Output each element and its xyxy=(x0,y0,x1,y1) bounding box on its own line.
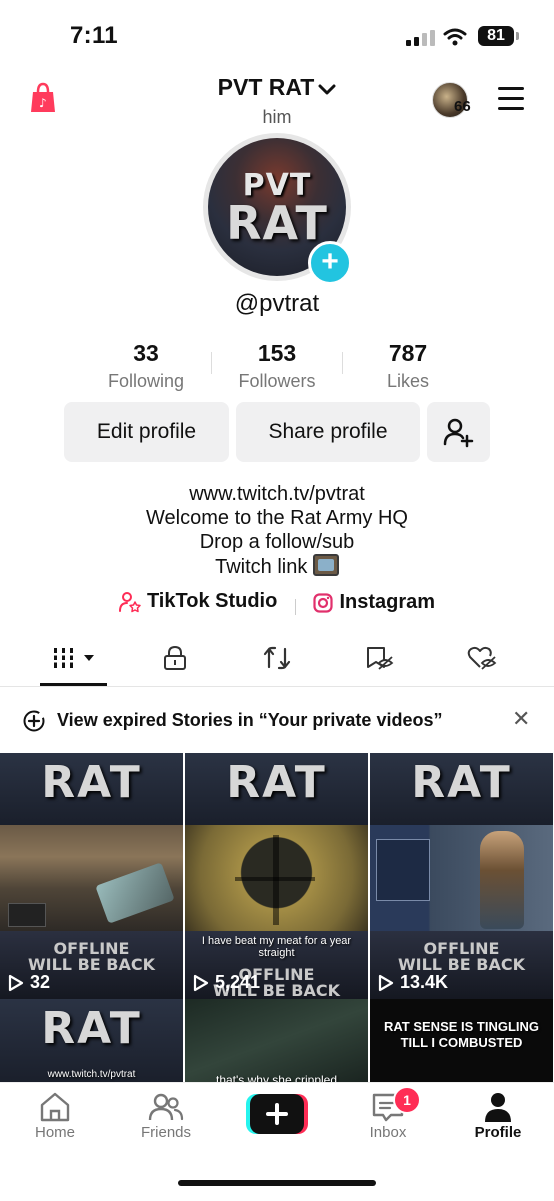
cell-signal-icon xyxy=(406,30,435,46)
story-plus-icon xyxy=(23,710,45,732)
view-count: 13.4K xyxy=(378,972,448,993)
video-caption: www.twitch.tv/pvtrat xyxy=(47,1069,136,1080)
profile-handle: @pvtrat xyxy=(234,290,320,317)
thumb-title: RAT xyxy=(41,1003,142,1054)
chevron-down-icon xyxy=(318,75,336,102)
profile-links: TikTok Studio Instagram xyxy=(0,590,554,619)
username-switcher[interactable]: PVT RAT xyxy=(0,74,554,102)
repost-icon xyxy=(263,646,291,670)
nav-home[interactable]: Home xyxy=(0,1090,110,1141)
create-button[interactable] xyxy=(246,1094,308,1134)
video-tile[interactable]: RAT SENSE IS TINGLING TILL I COMBUSTED xyxy=(370,999,553,1083)
video-tile[interactable]: RAT OFFLINE WILL BE BACK 13.4K xyxy=(370,753,553,999)
add-person-icon xyxy=(443,418,473,448)
add-story-plus-icon[interactable]: + xyxy=(308,241,352,285)
stat-following[interactable]: 33 Following xyxy=(81,340,211,392)
view-count: 32 xyxy=(8,972,50,993)
view-count-value: 5,241 xyxy=(215,972,261,992)
bio-line: Drop a follow/sub xyxy=(199,531,355,553)
tab-favorites[interactable] xyxy=(365,645,395,676)
video-caption: I have beat my meat for a year straight xyxy=(201,935,352,959)
banner-text: View expired Stories in “Your private vi… xyxy=(57,710,443,730)
stat-label: Following xyxy=(107,371,185,391)
instagram-link[interactable]: Instagram xyxy=(313,591,435,614)
video-tile[interactable]: RAT OFFLINE WILL BE BACK 32 xyxy=(0,753,183,999)
television-icon xyxy=(312,554,339,576)
play-icon xyxy=(378,974,394,991)
stat-value: 787 xyxy=(388,340,428,366)
nav-profile-label: Profile xyxy=(474,1124,522,1141)
nav-friends[interactable]: Friends xyxy=(111,1090,221,1141)
studio-person-star-icon xyxy=(118,591,141,612)
stat-value: 33 xyxy=(133,340,159,366)
close-icon[interactable]: ✕ xyxy=(512,706,530,732)
video-tile[interactable]: RAT www.twitch.tv/pvtrat xyxy=(0,999,183,1083)
edit-profile-button[interactable]: Edit profile xyxy=(64,402,229,462)
video-caption: RAT SENSE IS TINGLING TILL I COMBUSTED xyxy=(383,1019,540,1050)
view-count: 5,241 xyxy=(193,972,260,993)
friends-icon xyxy=(148,1093,184,1121)
heart-hidden-icon xyxy=(467,646,497,670)
home-indicator xyxy=(178,1180,376,1186)
thumb-title: RAT xyxy=(411,757,512,808)
add-friends-button[interactable] xyxy=(427,402,490,462)
share-profile-button[interactable]: Share profile xyxy=(236,402,420,462)
tab-reposts[interactable] xyxy=(263,645,291,676)
link-divider xyxy=(294,598,296,615)
play-icon xyxy=(193,974,209,991)
video-tile[interactable]: RAT I have beat my meat for a year strai… xyxy=(185,753,368,999)
nav-home-label: Home xyxy=(34,1124,75,1141)
battery-indicator: 81 xyxy=(478,26,519,46)
tab-divider xyxy=(0,686,554,687)
view-count-value: 32 xyxy=(30,972,51,992)
instagram-label: Instagram xyxy=(339,591,436,613)
lock-icon xyxy=(164,645,186,670)
tab-liked[interactable] xyxy=(467,645,497,676)
nav-profile[interactable]: Profile xyxy=(443,1090,553,1141)
wifi-icon xyxy=(443,28,467,46)
stat-followers[interactable]: 153 Followers xyxy=(212,340,342,392)
bio-line: www.twitch.tv/pvtrat xyxy=(189,483,365,505)
viewer-count: 66 xyxy=(454,98,471,115)
nav-inbox-label: Inbox xyxy=(369,1124,407,1141)
video-tile[interactable]: that's why she crippled xyxy=(185,999,368,1083)
tab-private[interactable] xyxy=(162,645,188,676)
active-tab-indicator xyxy=(40,683,107,686)
profile-icon xyxy=(485,1093,511,1122)
stat-likes[interactable]: 787 Likes xyxy=(343,340,473,392)
nav-friends-label: Friends xyxy=(140,1124,192,1141)
instagram-icon xyxy=(313,592,334,613)
bio-line: Welcome to the Rat Army HQ xyxy=(146,507,408,529)
play-icon xyxy=(8,974,24,991)
tab-videos[interactable] xyxy=(52,645,98,676)
stat-label: Followers xyxy=(238,371,316,391)
grid-bars-icon xyxy=(52,648,94,668)
tiktok-studio-link[interactable]: TikTok Studio xyxy=(118,590,278,613)
thumb-title: RAT xyxy=(226,757,327,808)
bio-line-4: Twitch link xyxy=(0,554,554,579)
pronouns: him xyxy=(262,107,292,127)
inbox-badge: 1 xyxy=(393,1086,421,1114)
status-time: 7:11 xyxy=(70,22,118,49)
nav-inbox[interactable]: Inbox xyxy=(333,1090,443,1141)
stat-label: Likes xyxy=(386,371,430,391)
bio: www.twitch.tv/pvtrat Welcome to the Rat … xyxy=(0,482,554,579)
hamburger-menu-icon[interactable] xyxy=(498,87,524,117)
stat-value: 153 xyxy=(257,340,297,366)
username-label: PVT RAT xyxy=(217,74,315,100)
thumb-title: RAT xyxy=(41,757,142,808)
home-icon xyxy=(40,1092,70,1122)
bookmark-hidden-icon xyxy=(367,647,394,670)
bio-line: Twitch link xyxy=(215,556,308,578)
create-plus-icon xyxy=(246,1094,308,1134)
view-count-value: 13.4K xyxy=(400,972,449,992)
tiktok-studio-label: TikTok Studio xyxy=(146,590,278,612)
